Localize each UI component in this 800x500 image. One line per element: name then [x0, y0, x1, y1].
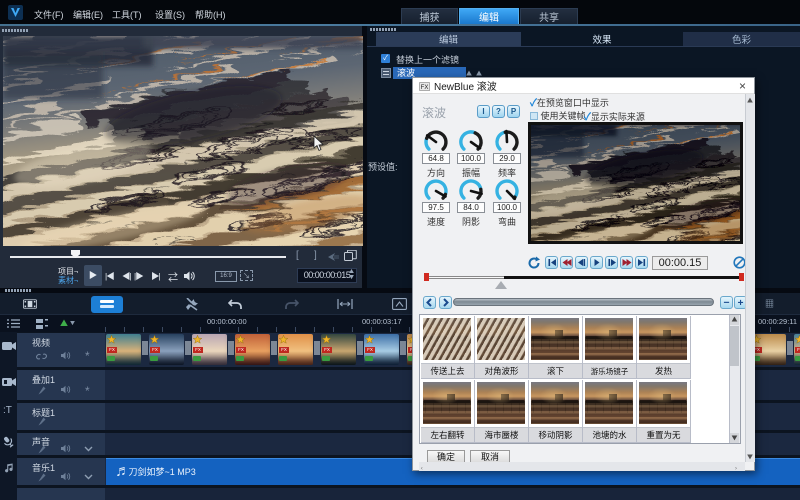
svg-text:FX: FX — [421, 85, 429, 91]
